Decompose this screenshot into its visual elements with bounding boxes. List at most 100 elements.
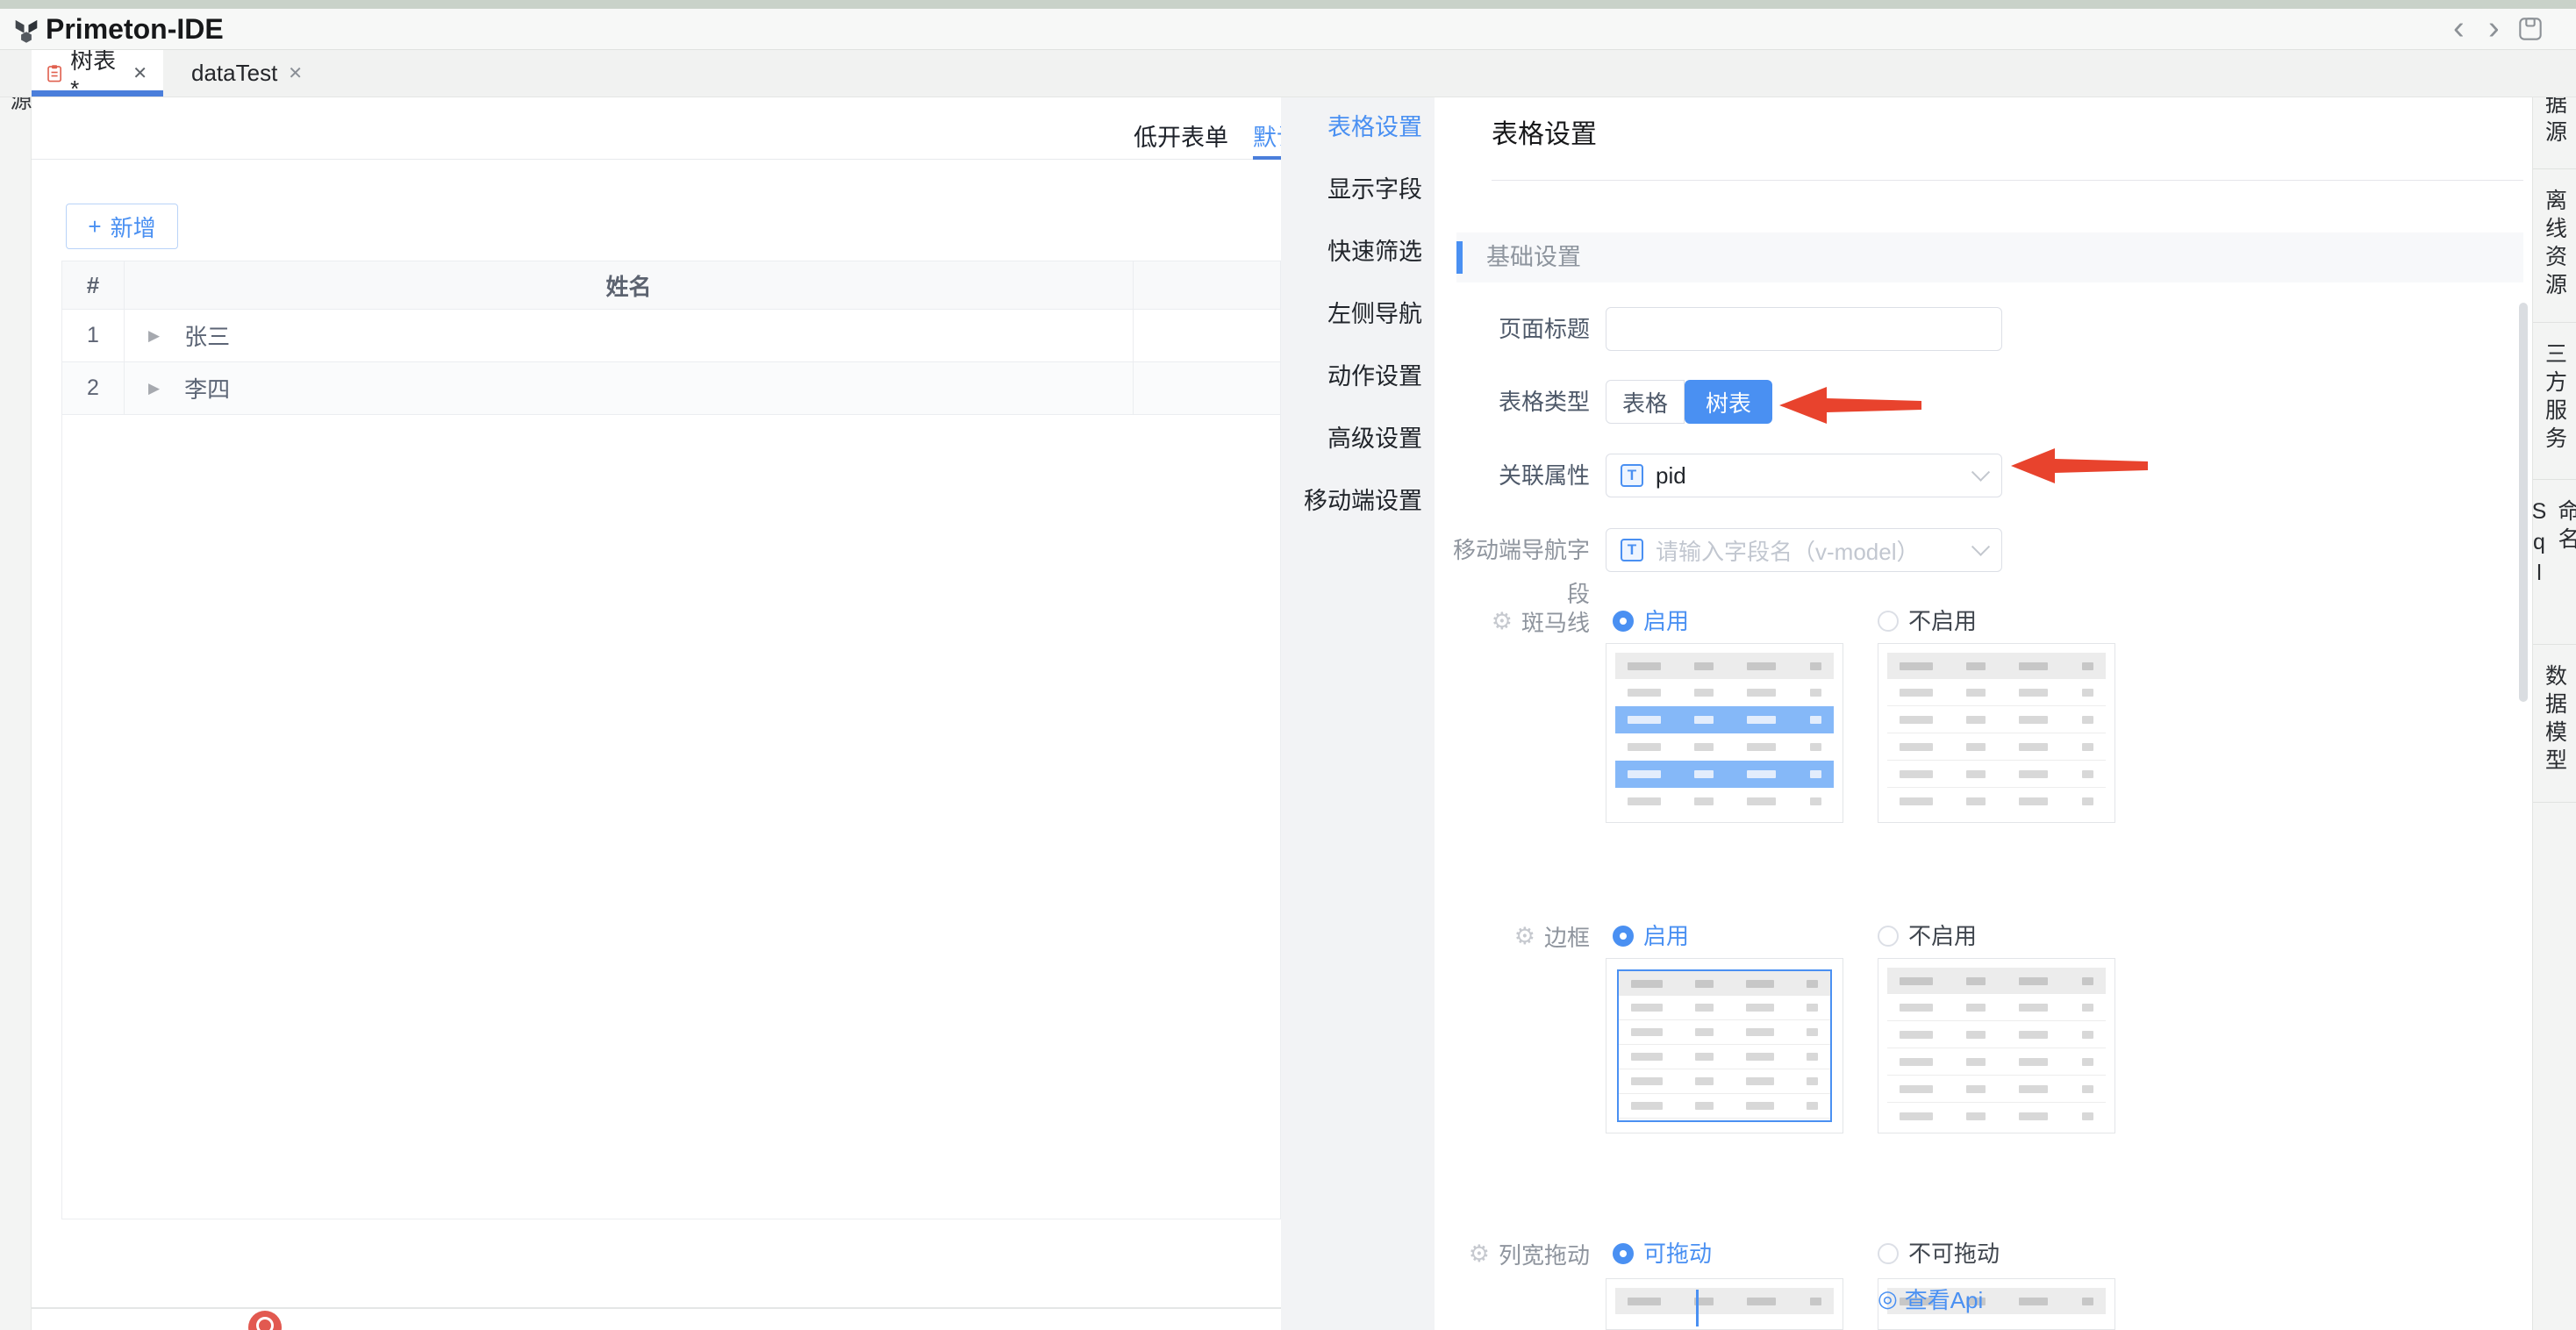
basic-settings-section-header: 基础设置 — [1456, 232, 2523, 282]
column-drag-setting-label: ⚙ 列宽拖动 — [1435, 1232, 1590, 1276]
gear-icon: ⚙ — [1514, 923, 1535, 950]
border-on-preview — [1606, 958, 1843, 1133]
mobile-nav-field-select[interactable]: T 请输入字段名（v-model） — [1606, 528, 2002, 572]
page-tab-lowcode-form[interactable]: 低开表单 — [1134, 118, 1228, 153]
zebra-enable-radio[interactable] — [1613, 611, 1634, 632]
window-top-strip — [0, 0, 2576, 9]
type-option-tree-button[interactable]: 树表 — [1685, 380, 1772, 424]
row-name: 李四 — [184, 372, 230, 404]
close-icon[interactable]: ✕ — [131, 62, 147, 84]
form-canvas: 低开表单 默认 + 新增 # 姓名 1 ▶ 张三 2 — [32, 97, 1281, 1330]
app-title: Primeton-IDE — [46, 9, 224, 49]
strip-item-third-party-services[interactable]: 三方服务 — [2533, 323, 2576, 480]
drag-disable-label[interactable]: 不可拖动 — [1908, 1232, 2000, 1276]
annotation-arrow-tree-type — [1779, 385, 1921, 425]
drag-enable-label[interactable]: 可拖动 — [1643, 1232, 1712, 1276]
forward-icon[interactable]: › — [2488, 9, 2500, 49]
border-enable-radio[interactable] — [1613, 926, 1634, 947]
menu-item-quick-filter[interactable]: 快速筛选 — [1281, 221, 1435, 283]
strip-item-data-model[interactable]: 数据模型 — [2533, 645, 2576, 803]
strip-item-offline-resources[interactable]: 离线资源 — [2533, 169, 2576, 323]
menu-item-table-settings[interactable]: 表格设置 — [1281, 97, 1435, 159]
border-enable-label[interactable]: 启用 — [1643, 914, 1689, 958]
save-icon[interactable] — [2518, 17, 2543, 41]
editor-tab-datatest[interactable]: dataTest ✕ — [167, 49, 314, 97]
close-icon[interactable]: ✕ — [286, 62, 303, 84]
menu-item-left-nav[interactable]: 左侧导航 — [1281, 283, 1435, 346]
editor-tabbar: 树表* ✕ dataTest ✕ — [0, 49, 2576, 97]
drag-enable-radio[interactable] — [1613, 1243, 1634, 1264]
settings-menu: 表格设置 显示字段 快速筛选 左侧导航 动作设置 高级设置 移动端设置 — [1281, 97, 1435, 1330]
zebra-disable-label[interactable]: 不启用 — [1908, 599, 1977, 643]
preview-data-table: # 姓名 1 ▶ 张三 2 ▶ 李四 — [61, 261, 1281, 1219]
plus-icon: + — [88, 213, 101, 240]
row-index: 1 — [62, 310, 125, 361]
form-doc-icon — [47, 64, 61, 82]
drag-disable-radio[interactable] — [1878, 1243, 1899, 1264]
add-row-button[interactable]: + 新增 — [66, 204, 178, 249]
zebra-on-preview — [1606, 643, 1843, 823]
gear-icon: ⚙ — [1492, 608, 1513, 635]
editor-tab-tree-table[interactable]: 树表* ✕ — [32, 49, 163, 97]
name-column-header: 姓名 — [125, 261, 1133, 309]
expand-row-icon[interactable]: ▶ — [148, 327, 160, 345]
page-tab-divider — [32, 159, 1281, 160]
table-row[interactable]: 2 ▶ 李四 — [62, 362, 1280, 415]
mobile-nav-field-label: 移动端导航字段 — [1435, 528, 1590, 572]
gear-icon: ⚙ — [1469, 1241, 1490, 1268]
view-api-icon: ◎ — [1878, 1285, 1898, 1312]
table-settings-panel: 表格设置 基础设置 页面标题 表格类型 表格 树表 关联属性 T pid 移动端… — [1435, 97, 2532, 1330]
drag-on-preview — [1606, 1278, 1843, 1330]
right-tool-strip: 数据源 离线资源 三方服务 命名Sql 数据模型 — [2532, 49, 2576, 1330]
view-api-link[interactable]: ◎ 查看Api — [1878, 1283, 1983, 1315]
menu-item-display-fields[interactable]: 显示字段 — [1281, 159, 1435, 221]
resource-strip[interactable]: 资源 — [0, 49, 32, 1330]
table-type-label: 表格类型 — [1435, 380, 1590, 424]
menu-item-mobile-settings[interactable]: 移动端设置 — [1281, 470, 1435, 533]
page-title-label: 页面标题 — [1435, 307, 1590, 351]
table-header-row: # 姓名 — [62, 261, 1280, 310]
page-tab-active-underline — [1253, 156, 1281, 160]
section-title: 基础设置 — [1486, 232, 1581, 282]
annotation-arrow-relation-field — [2011, 447, 2148, 486]
text-field-type-icon: T — [1621, 464, 1643, 487]
panel-title-divider — [1492, 180, 2523, 181]
active-tab-underline — [32, 90, 163, 97]
table-row[interactable]: 1 ▶ 张三 — [62, 310, 1280, 362]
expand-row-icon[interactable]: ▶ — [148, 380, 160, 397]
badge-glyph — [256, 1317, 274, 1330]
add-button-label: 新增 — [111, 211, 156, 243]
page-tab-default[interactable]: 默认 — [1253, 118, 1281, 153]
primeton-ide-window: 低开表单 默认 + 新增 # 姓名 1 ▶ 张三 2 — [0, 0, 2576, 1330]
page-title-input[interactable] — [1606, 307, 2002, 351]
relation-field-select[interactable]: T pid — [1606, 454, 2002, 497]
border-disable-label[interactable]: 不启用 — [1908, 914, 1977, 958]
chevron-down-icon — [1971, 537, 1990, 555]
strip-item-named-sql[interactable]: 命名Sql — [2533, 480, 2576, 645]
zebra-off-preview — [1878, 643, 2115, 823]
border-setting-label: ⚙ 边框 — [1435, 914, 1590, 958]
titlebar: Primeton-IDE ‹ › — [0, 9, 2576, 50]
menu-item-action-settings[interactable]: 动作设置 — [1281, 346, 1435, 408]
chevron-down-icon — [1971, 462, 1990, 481]
zebra-setting-label: ⚙ 斑马线 — [1435, 599, 1590, 643]
border-off-preview — [1878, 958, 2115, 1133]
extra-column-header — [1133, 261, 1280, 309]
canvas-bottom-divider — [0, 1307, 1281, 1309]
zebra-disable-radio[interactable] — [1878, 611, 1899, 632]
text-field-type-icon: T — [1621, 539, 1643, 561]
zebra-enable-label[interactable]: 启用 — [1643, 599, 1689, 643]
section-accent-bar — [1456, 241, 1463, 274]
panel-title: 表格设置 — [1492, 112, 1597, 151]
row-name: 张三 — [184, 319, 230, 352]
tab-label: dataTest — [191, 60, 277, 87]
index-column-header: # — [62, 261, 125, 309]
relation-field-label: 关联属性 — [1435, 454, 1590, 497]
menu-item-advanced-settings[interactable]: 高级设置 — [1281, 408, 1435, 470]
border-disable-radio[interactable] — [1878, 926, 1899, 947]
back-icon[interactable]: ‹ — [2453, 9, 2465, 49]
primeton-logo-icon — [12, 16, 40, 44]
mobile-nav-placeholder: 请输入字段名（v-model） — [1656, 534, 1919, 567]
type-option-table-button[interactable]: 表格 — [1606, 380, 1685, 424]
relation-field-value: pid — [1656, 462, 1686, 490]
